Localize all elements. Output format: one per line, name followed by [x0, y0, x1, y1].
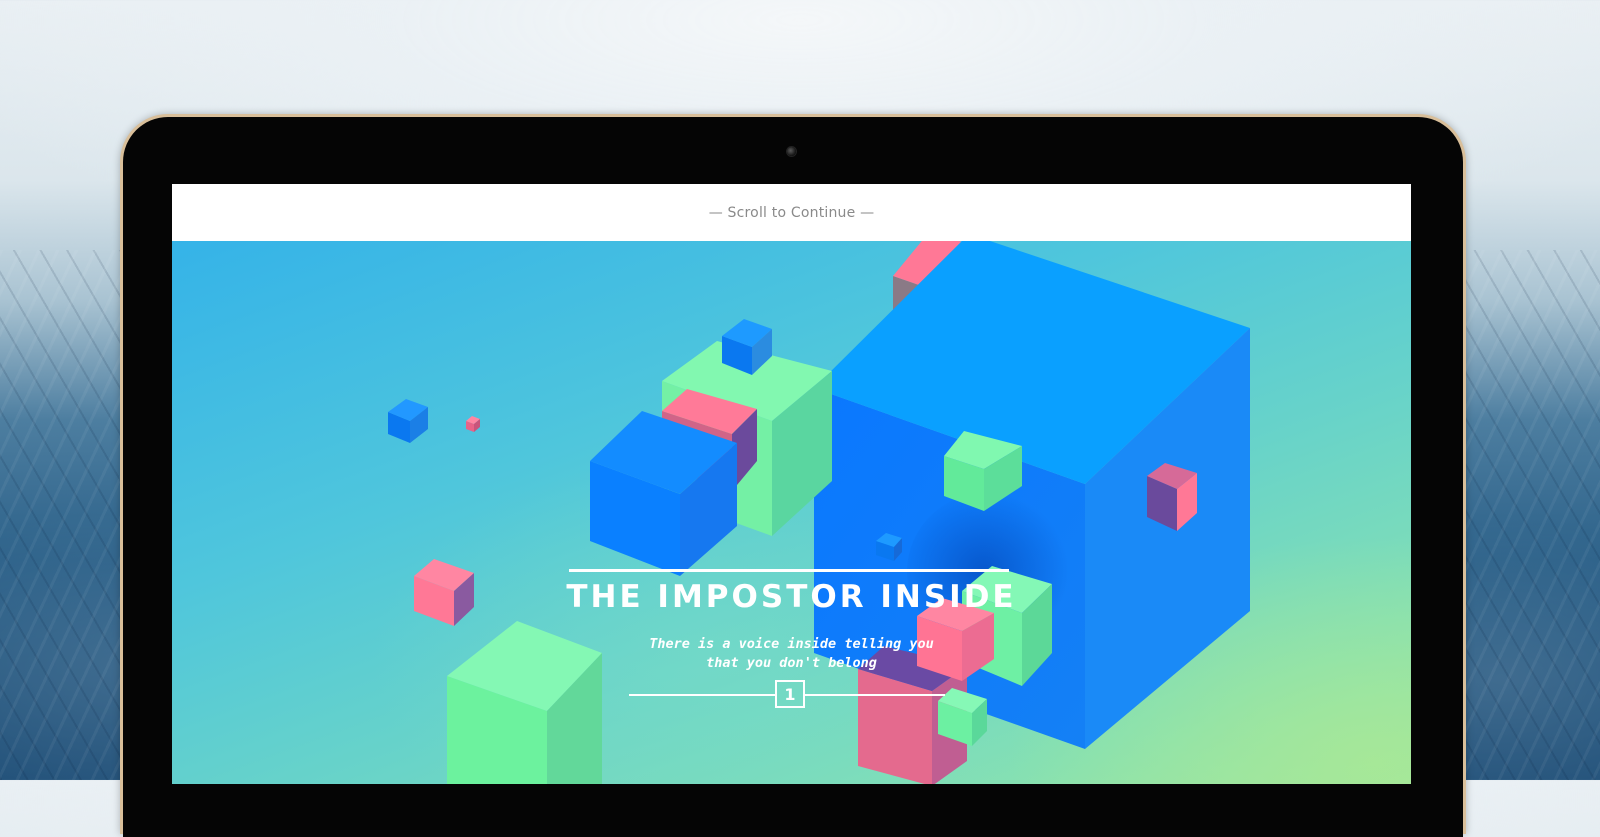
hero-content: THE IMPOSTOR INSIDE There is a voice ins… [172, 241, 1411, 784]
scroll-hint-bar[interactable]: — Scroll to Continue — [172, 184, 1411, 241]
hero-section: THE IMPOSTOR INSIDE There is a voice ins… [172, 241, 1411, 784]
scroll-hint-text: — Scroll to Continue — [708, 204, 875, 221]
page-title: THE IMPOSTOR INSIDE [566, 579, 1017, 615]
chapter-divider-right [805, 694, 945, 696]
page-subtitle: There is a voice inside telling you that… [172, 635, 1411, 673]
chapter-divider-left [629, 694, 776, 696]
laptop-screen: — Scroll to Continue — THE IMPOSTOR INSI… [172, 184, 1411, 784]
subtitle-line: There is a voice inside telling you [649, 636, 934, 652]
title-divider [569, 569, 1009, 572]
chapter-number-button[interactable]: 1 [775, 680, 805, 708]
webcam-icon [787, 147, 796, 156]
subtitle-line: that you don't belong [706, 655, 877, 671]
